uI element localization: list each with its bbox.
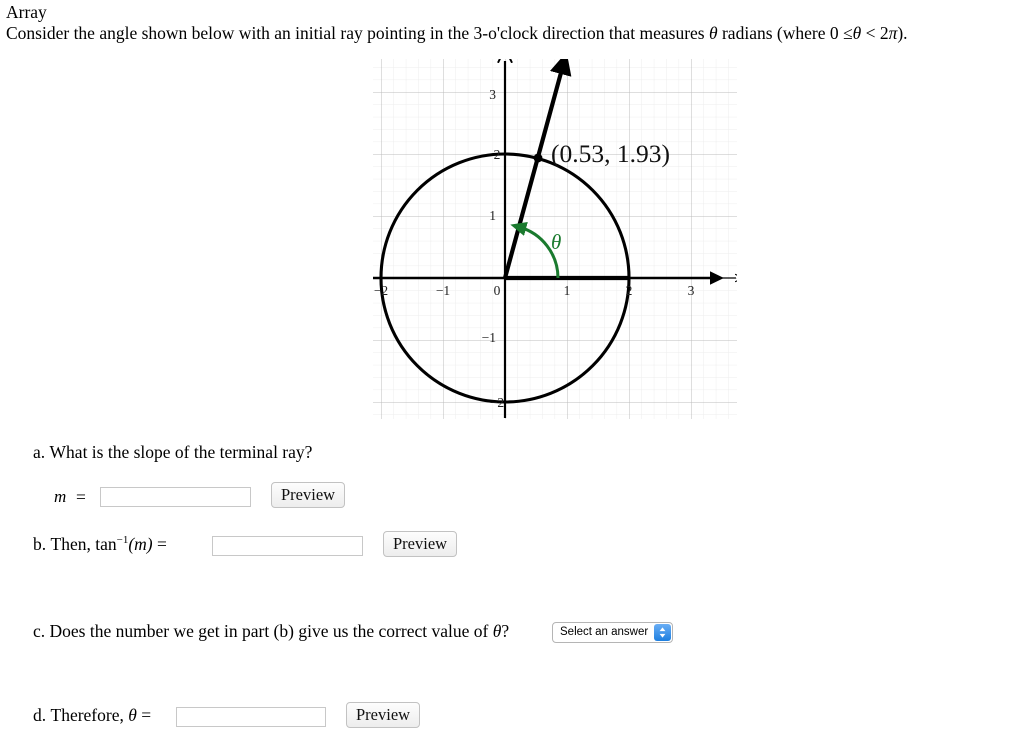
x-tick-label: −2	[374, 283, 388, 298]
question-b: b. Then, tan−1(m) = Preview	[0, 528, 1024, 574]
prompt-text-end: ).	[897, 23, 908, 43]
unit-circle-graph: −2 −1 0 1 2 3 −2 −1 1 2 3 θ (0.53, 1.93)	[373, 59, 737, 419]
slope-var: m	[54, 487, 67, 506]
question-d-prefix: d.	[33, 705, 47, 725]
preview-button-a[interactable]: Preview	[271, 482, 346, 508]
theta-label: θ	[551, 230, 561, 254]
array-label: Array	[6, 2, 47, 22]
question-b-lead: Then,	[50, 534, 96, 554]
equals-sign-b: =	[157, 534, 167, 554]
question-a-prefix: a.	[33, 442, 46, 462]
question-d-text: d. Therefore, θ =	[33, 705, 151, 726]
question-c-text: c. Does the number we get in part (b) gi…	[33, 621, 509, 642]
question-a-text: a. What is the slope of the terminal ray…	[33, 442, 312, 463]
question-c-end: ?	[501, 621, 510, 641]
questions-container: a. What is the slope of the terminal ray…	[0, 438, 1024, 746]
x-tick-label: 0	[494, 283, 501, 298]
chevron-updown-icon[interactable]	[654, 624, 672, 641]
answer-select-value: Select an answer	[560, 626, 649, 638]
question-c-prefix: c.	[33, 621, 46, 641]
slope-variable-label: m	[54, 487, 66, 507]
slope-input[interactable]	[100, 487, 251, 507]
problem-header: Array Consider the angle shown below wit…	[6, 2, 1018, 44]
less-equal-symbol: ≤	[842, 23, 853, 43]
question-b-text: b. Then, tan−1(m) =	[33, 534, 167, 555]
less-than-text: < 2	[861, 23, 889, 43]
x-tick-label: 1	[564, 283, 571, 298]
y-tick-label: 1	[489, 208, 496, 223]
equals-sign-a: =	[76, 487, 86, 507]
x-tick-label: 3	[688, 283, 695, 298]
y-tick-label: 3	[489, 87, 496, 102]
x-tick-label: −1	[436, 283, 450, 298]
prompt-text-lead: Consider the angle shown below with an i…	[6, 23, 709, 43]
prompt-text-mid: radians (where 0	[717, 23, 843, 43]
point-coordinate-label: (0.53, 1.93)	[551, 139, 670, 168]
question-c: c. Does the number we get in part (b) gi…	[0, 616, 1024, 656]
question-a: a. What is the slope of the terminal ray…	[0, 438, 1024, 508]
arctan-input[interactable]	[212, 536, 363, 556]
theta-symbol-d: θ	[128, 705, 137, 725]
equals-sign-d: =	[141, 705, 152, 725]
tan-exponent: −1	[116, 534, 129, 547]
question-b-prefix: b.	[33, 534, 47, 554]
tan-argument: (m)	[128, 534, 153, 554]
y-tick-label: −1	[482, 330, 496, 345]
y-tick-label: −2	[490, 395, 504, 410]
problem-prompt: Consider the angle shown below with an i…	[6, 23, 1018, 44]
answer-select[interactable]: Select an answer	[552, 622, 674, 643]
question-d: d. Therefore, θ = Preview	[0, 700, 1024, 746]
tan-function-name: tan	[95, 534, 117, 554]
theta-symbol-2: θ	[852, 23, 862, 43]
question-c-body: Does the number we get in part (b) give …	[49, 621, 493, 641]
x-tick-label: 2	[626, 283, 633, 298]
theta-symbol: θ	[709, 23, 718, 43]
preview-button-b[interactable]: Preview	[383, 531, 458, 557]
question-d-lead: Therefore,	[50, 705, 129, 725]
theta-input[interactable]	[176, 707, 326, 727]
graph-svg: −2 −1 0 1 2 3 −2 −1 1 2 3 θ (0.53, 1.93)	[373, 59, 737, 419]
preview-button-d[interactable]: Preview	[346, 702, 421, 728]
terminal-point	[533, 153, 543, 163]
y-tick-label: 2	[494, 147, 501, 162]
question-a-body: What is the slope of the terminal ray?	[49, 442, 313, 462]
